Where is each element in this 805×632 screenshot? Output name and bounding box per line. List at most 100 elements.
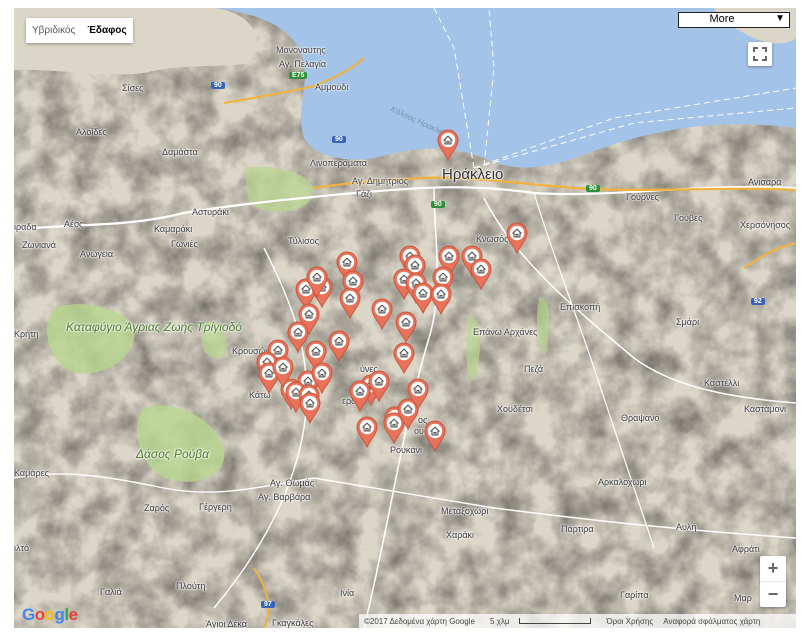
road-shield: 90 [431,201,445,208]
home-marker-icon [395,311,417,344]
home-marker-icon [272,356,294,389]
place-label: Χουδέτσι [497,404,533,414]
fullscreen-button[interactable] [748,42,772,66]
report-error-link[interactable]: Αναφορά σφάλματος χάρτη [663,617,760,626]
place-label: Γέργερη [199,502,232,512]
park-label: Καταφύγιο Άγριας Ζωής Τρίγιοδό [66,320,242,334]
home-marker-icon [306,266,328,299]
home-marker-icon [393,342,415,375]
home-marker-icon [506,222,528,255]
place-label: Καμαράκι [154,224,193,234]
home-marker-icon [368,370,390,403]
road-shield: E75 [289,72,308,79]
place-label: Πεζά [524,364,544,374]
road-shield: 90 [211,82,225,89]
zoom-in-button[interactable]: + [760,556,786,582]
place-label: Αγ. Βαρβάρα [258,492,311,502]
place-label: Τύλισος [288,236,320,246]
place-label: Καστάμονι [744,404,786,414]
place-label: Πλούτη [176,581,206,591]
place-label: Γαρίπα [620,590,649,600]
google-logo[interactable]: Google [22,605,78,625]
property-marker[interactable] [437,129,459,162]
terms-link[interactable]: Όροι Χρήσης [606,617,653,626]
place-label: Μονοναυτης [276,45,326,55]
place-label: Γούρνες [626,192,659,202]
home-marker-icon [356,416,378,449]
place-label: Γωνιές [171,239,198,249]
chevron-down-icon: ▼ [775,13,785,24]
home-marker-icon [470,258,492,291]
park-label: Δάσος Ρούβα [136,447,209,461]
more-dropdown[interactable]: More ▼ [678,12,790,28]
place-label: Μεταξοχώρι [441,506,489,516]
scale-bar [519,618,592,625]
property-marker[interactable] [424,420,446,453]
property-marker[interactable] [430,283,452,316]
place-label: Αγ. Πελαγία [279,59,327,69]
place-label: Σίσες [122,83,144,93]
map-scale[interactable]: 5 χλμ [485,617,596,626]
place-label: Κρήτη [14,329,39,339]
road-shield: 90 [586,185,600,192]
home-marker-icon [430,283,452,316]
place-label: Ινία [340,588,355,598]
place-label: Επισκοπή [560,302,601,312]
place-label: Καμάρες [14,468,49,478]
property-marker[interactable] [299,392,321,425]
property-marker[interactable] [368,370,390,403]
place-label: Ζαρός [144,503,170,513]
place-label: Αρκαλοχώρι [598,477,647,487]
map-type-control: Υβριδικός Έδαφος [26,18,133,43]
home-marker-icon [299,392,321,425]
place-label: Αλοΐδες [76,127,107,137]
place-label: Αγ. Θωμάς [270,478,315,488]
place-label: Καστέλλι [704,378,740,388]
map-footer: ©2017 Δεδομένα χάρτη Google 5 χλμ Όροι Χ… [359,614,796,628]
home-marker-icon [371,298,393,331]
place-label: Δαμάστα [162,147,198,157]
place-label: Ανισαρά [748,177,782,187]
place-label: Αμμούδι [315,82,349,92]
city-label: Ηράκλειο [442,166,504,183]
map-copyright: ©2017 Δεδομένα χάρτη Google [364,616,475,626]
map-type-hybrid-button[interactable]: Υβριδικός [26,18,82,43]
place-label: Αφράτι [732,544,760,554]
road-shield: 97 [261,601,275,608]
place-label: Σμάρι [676,317,700,327]
property-marker[interactable] [328,330,350,363]
place-label: Επάνω Αρχάνες [473,327,538,337]
place-label: Πάρτιρα [561,524,594,534]
property-marker[interactable] [306,266,328,299]
place-label: Χαράκι [446,530,475,540]
place-label: Λινοπεράματα [310,158,367,168]
property-marker[interactable] [339,287,361,320]
property-marker[interactable] [371,298,393,331]
place-label: Θραψανό [621,413,660,423]
place-label: Ανώγεια [80,249,114,259]
property-marker[interactable] [470,258,492,291]
property-marker[interactable] [407,378,429,411]
road-shield: 92 [751,298,765,305]
place-label: Γαλιά [100,587,122,597]
property-marker[interactable] [395,311,417,344]
place-label: Γούβες [674,213,703,223]
place-label: Χερσόνησος [740,220,791,230]
property-marker[interactable] [393,342,415,375]
fullscreen-icon [753,47,767,61]
home-marker-icon [328,330,350,363]
place-label: Αστυράκι [192,207,229,217]
place-label: ιλτό [14,543,30,553]
home-marker-icon [339,287,361,320]
property-marker[interactable] [356,416,378,449]
zoom-out-button[interactable]: − [760,582,786,607]
place-label: Κνωσός [476,234,509,244]
place-label: Άγιοι Δέκα [206,619,247,628]
map-type-terrain-button[interactable]: Έδαφος [81,18,133,43]
property-marker[interactable] [272,356,294,389]
more-dropdown-label: More [709,13,735,25]
place-label: Γκαγκάλες [272,618,314,628]
property-marker[interactable] [506,222,528,255]
map-canvas[interactable]: E75 90 90 90 90 92 97 Μονοναυτης Αγ. Πελ… [14,8,796,628]
place-label: Ρουκάνι [390,445,423,455]
